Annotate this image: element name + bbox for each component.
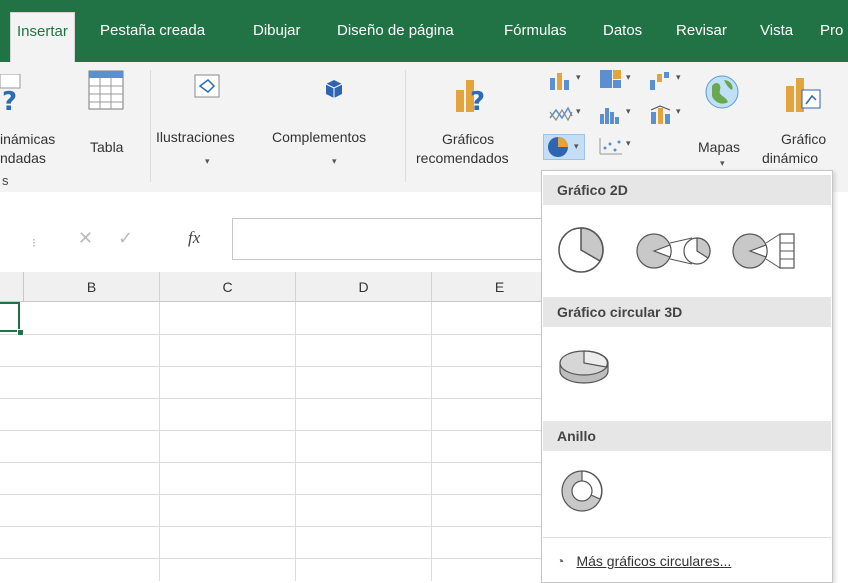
dropdown-divider [543,537,831,538]
ribbon-tab-bar: Insertar Pestaña creada Dibujar Diseño d… [0,0,848,62]
pivot-chart-icon [786,78,821,112]
doughnut-option[interactable] [558,467,606,520]
graficos-rec-line1: Gráficos [442,131,495,147]
waterfall-chart-icon [650,72,669,90]
tabla-label: Tabla [90,139,124,155]
ilustraciones-button[interactable]: Ilustraciones ▾ [156,68,266,176]
insert-line-chart-button[interactable]: ▾ [548,104,590,126]
more-pie-charts-link[interactable]: ◔ Más gráficos circulares... [556,553,731,569]
tab-dibujar[interactable]: Dibujar [253,22,301,39]
dropdown-arrow-icon: ▾ [626,106,631,116]
pie-2d-option[interactable] [556,225,606,280]
ilustraciones-dropdown-icon: ▾ [205,156,210,166]
insert-function-button[interactable]: fx [188,228,200,248]
tabla-button[interactable]: Tabla [84,68,140,176]
mapas-label: Mapas [698,139,741,155]
dropdown-arrow-icon: ▾ [574,141,579,151]
section-header-anillo: Anillo [543,421,831,451]
table-icon [88,70,124,110]
dropdown-arrow-icon: ▾ [626,72,631,82]
tab-vista[interactable]: Vista [760,22,793,39]
formula-input[interactable] [232,218,554,260]
doughnut-icon [561,470,603,512]
insert-scatter-chart-button[interactable]: ▾ [598,136,640,158]
enter-formula-button[interactable]: ✓ [118,228,133,249]
column-header-b[interactable]: B [24,272,160,302]
mapas-dropdown-icon: ▾ [720,158,725,168]
pie-3d-icon [559,350,609,384]
section-header-2d: Gráfico 2D [543,175,831,205]
dropdown-arrow-icon: ▾ [576,72,581,82]
insert-combo-chart-button[interactable]: ▾ [648,104,690,126]
tab-pro[interactable]: Pro [820,22,843,39]
active-cell-selection [0,302,20,332]
complementos-button[interactable]: Complementos ▾ [270,68,400,176]
recommended-charts-icon: ? [456,80,485,116]
tablas-group-label: s [2,173,9,188]
treemap-chart-icon [600,70,621,88]
complementos-dropdown-icon: ▾ [332,156,337,166]
bar-of-pie-icon [732,233,795,269]
insert-waterfall-chart-button[interactable]: ▾ [648,70,690,92]
pivot-question-icon: ? [0,74,21,114]
graficos-recomendados-button[interactable]: ? Gráficos recomendados [412,68,532,176]
cell-grid[interactable] [0,302,548,581]
formula-bar-grip-icon: ⁝ [32,236,36,250]
pivot-tables-button[interactable]: ? inámicas ndadas [0,68,72,176]
complementos-label: Complementos [272,129,367,145]
insert-column-chart-button[interactable]: ▾ [548,70,590,92]
tab-pestana-creada[interactable]: Pestaña creada [100,22,205,39]
tab-datos[interactable]: Datos [603,22,642,39]
column-header-d[interactable]: D [296,272,432,302]
shapes-icon [194,74,220,98]
dropdown-arrow-icon: ▾ [676,106,681,116]
svg-text:?: ? [470,87,485,116]
dropdown-arrow-icon: ▾ [626,138,631,148]
dropdown-arrow-icon: ▾ [676,72,681,82]
ribbon-separator [405,70,406,182]
pie-3d-option[interactable] [556,343,612,394]
bar-of-pie-option[interactable] [730,231,800,276]
pie-chart-dropdown: Gráfico 2D Gráfico circular 3D Anillo ◔ … [541,170,833,583]
ilustraciones-label: Ilustraciones [156,129,235,145]
dropdown-arrow-icon: ▾ [576,106,581,116]
pivot-label-line1: inámicas [0,131,56,147]
pie-of-pie-icon [636,233,711,269]
pivot-label-line2: ndadas [0,150,46,166]
graficos-rec-line2: recomendados [416,150,509,166]
combo-chart-icon [650,105,671,124]
grafico-din-line1: Gráfico [781,131,827,147]
insert-statistic-chart-button[interactable]: ▾ [598,104,640,126]
addins-cube-icon [325,80,343,98]
column-chart-icon [550,73,569,90]
insert-pie-chart-button[interactable]: ▾ [543,134,585,160]
ribbon-separator [150,70,151,182]
fill-handle[interactable] [17,329,24,336]
scatter-chart-icon [599,138,622,155]
pie-2d-icon [558,227,604,273]
grafico-dinamico-button[interactable]: Gráfico dinámico [750,68,848,176]
line-chart-icon [549,106,573,122]
histogram-chart-icon [600,108,619,124]
tab-insertar[interactable]: Insertar [10,12,75,62]
row-header-corner [0,272,24,302]
pie-small-icon: ◔ [556,553,565,569]
insert-hierarchy-chart-button[interactable]: ▾ [598,68,640,92]
tab-diseno-de-pagina[interactable]: Diseño de página [337,22,454,39]
mapas-button[interactable]: Mapas ▾ [694,68,748,176]
section-header-3d: Gráfico circular 3D [543,297,831,327]
column-header-c[interactable]: C [160,272,296,302]
globe-map-icon [705,75,739,109]
pie-of-pie-option[interactable] [634,231,716,276]
grafico-din-line2: dinámico [762,150,819,166]
more-pie-charts-label: Más gráficos circulares... [576,553,732,569]
tab-formulas[interactable]: Fórmulas [504,22,567,39]
pie-chart-icon [548,137,568,157]
svg-text:?: ? [2,87,17,114]
tab-revisar[interactable]: Revisar [676,22,727,39]
cancel-formula-button[interactable]: ✕ [78,228,93,249]
